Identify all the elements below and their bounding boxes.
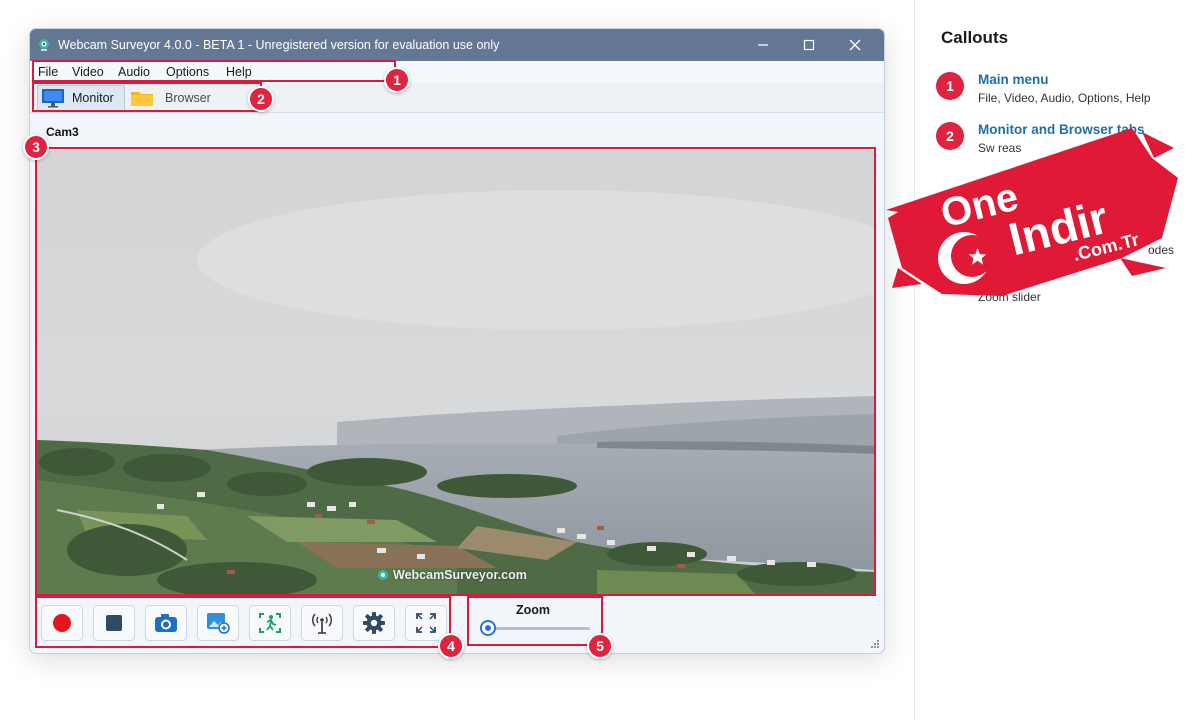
fullscreen-button[interactable]: [405, 605, 447, 641]
callout-item-1-desc: File, Video, Audio, Options, Help: [978, 91, 1151, 105]
callout-item-1-number: 1: [936, 72, 964, 100]
menu-file[interactable]: File: [38, 65, 58, 79]
maximize-button[interactable]: [786, 29, 832, 61]
zoom-label: Zoom: [516, 603, 551, 617]
panel-divider: [914, 0, 915, 720]
watermark-text: WebcamSurveyor.com: [393, 568, 527, 582]
stop-icon: [106, 615, 122, 631]
camera-feed-image: [37, 150, 875, 596]
callout-badge-5: 5: [587, 633, 613, 659]
callout-badge-3: 3: [23, 134, 49, 160]
resize-grip-icon[interactable]: [870, 639, 880, 649]
motion-detection-button[interactable]: [249, 605, 291, 641]
zoom-slider-thumb[interactable]: [480, 620, 496, 636]
view-tabs: Monitor Browser: [30, 83, 884, 113]
camera-name: Cam3: [46, 125, 79, 139]
menu-help[interactable]: Help: [226, 65, 252, 79]
maximize-icon: [803, 39, 815, 51]
settings-button[interactable]: [353, 605, 395, 641]
tab-browser[interactable]: Browser: [130, 85, 230, 111]
menu-audio[interactable]: Audio: [118, 65, 150, 79]
app-window: Webcam Surveyor 4.0.0 - BETA 1 - Unregis…: [29, 28, 885, 654]
minimize-button[interactable]: [740, 29, 786, 61]
close-button[interactable]: [832, 29, 878, 61]
callout-badge-2: 2: [248, 86, 274, 112]
tab-browser-label: Browser: [165, 91, 211, 105]
callout-badge-4: 4: [438, 633, 464, 659]
tab-monitor[interactable]: Monitor: [37, 85, 125, 111]
tab-monitor-label: Monitor: [72, 91, 114, 105]
window-title: Webcam Surveyor 4.0.0 - BETA 1 - Unregis…: [58, 38, 500, 52]
menu-options[interactable]: Options: [166, 65, 209, 79]
close-icon: [849, 39, 861, 51]
broadcast-button[interactable]: [301, 605, 343, 641]
record-button[interactable]: [41, 605, 83, 641]
image-capture-icon: [207, 613, 230, 634]
callout-badge-1: 1: [384, 67, 410, 93]
broadcast-icon: [312, 613, 332, 634]
motion-detection-icon: [259, 613, 281, 633]
title-bar[interactable]: Webcam Surveyor 4.0.0 - BETA 1 - Unregis…: [30, 29, 884, 61]
main-menu: File Video Audio Options Help: [30, 61, 884, 83]
camera-view[interactable]: WebcamSurveyor.com: [37, 150, 875, 596]
stop-button[interactable]: [93, 605, 135, 641]
camera-snapshot-icon: [155, 614, 177, 632]
callouts-title: Callouts: [941, 28, 1009, 47]
monitor-icon: [42, 89, 64, 108]
screenshot-stage: Webcam Surveyor 4.0.0 - BETA 1 - Unregis…: [0, 0, 1200, 720]
zoom-slider-track[interactable]: [490, 627, 590, 630]
menu-video[interactable]: Video: [72, 65, 104, 79]
app-logo-icon: [39, 39, 49, 51]
webcam-watermark: WebcamSurveyor.com: [377, 568, 527, 582]
minimize-icon: [758, 44, 768, 46]
folder-icon: [131, 92, 153, 106]
oneindir-stamp-logo: One Indir .Com.Tr: [886, 128, 1178, 296]
record-icon: [53, 614, 71, 632]
callout-item-1-title: Main menu: [978, 72, 1049, 87]
settings-gear-icon: [363, 612, 385, 634]
image-capture-button[interactable]: [197, 605, 239, 641]
fullscreen-icon: [416, 613, 436, 633]
snapshot-button[interactable]: [145, 605, 187, 641]
watermark-logo-icon: [378, 570, 388, 580]
